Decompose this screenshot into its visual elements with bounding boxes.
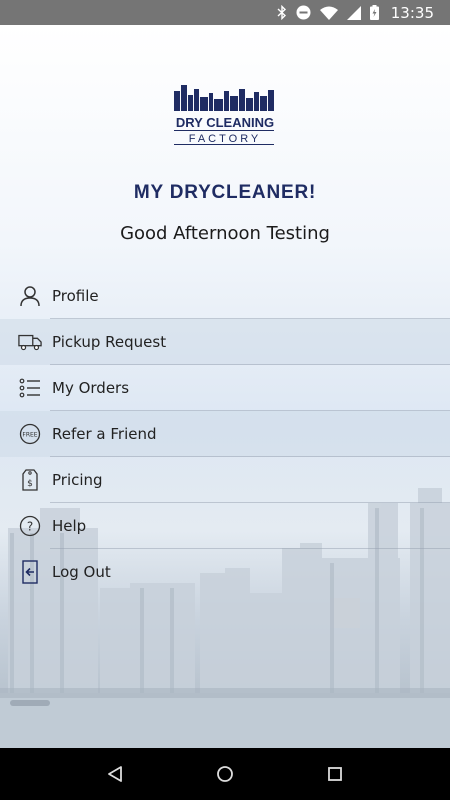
status-bar: 13:35	[0, 0, 450, 25]
main-menu: Profile Pickup Request My Orders FREE Re…	[0, 273, 450, 595]
recents-icon[interactable]	[320, 759, 350, 789]
logo-text-line2: FACTORY	[189, 133, 262, 145]
status-time: 13:35	[390, 3, 434, 22]
app-title: MY DRYCLEANER!	[133, 182, 317, 203]
menu-item-log-out[interactable]: Log Out	[0, 549, 450, 595]
menu-item-pricing[interactable]: $ Pricing	[0, 457, 450, 503]
free-badge-icon: FREE	[18, 422, 42, 446]
dry-cleaning-factory-logo: DRY CLEANING FACTORY	[174, 85, 274, 145]
cellular-signal-icon	[346, 5, 361, 20]
home-icon[interactable]	[210, 759, 240, 789]
svg-text:?: ?	[27, 520, 33, 534]
main-screen: DRY CLEANING FACTORY MY DRYCLEANER! Good…	[0, 25, 450, 748]
back-icon[interactable]	[100, 759, 130, 789]
menu-item-my-orders[interactable]: My Orders	[0, 365, 450, 411]
menu-item-label: Help	[52, 517, 87, 535]
price-tag-icon: $	[18, 468, 42, 492]
list-icon	[18, 376, 42, 400]
menu-item-label: Pricing	[52, 471, 103, 489]
logout-icon	[18, 560, 42, 584]
menu-item-label: Pickup Request	[52, 333, 167, 351]
menu-item-pickup-request[interactable]: Pickup Request	[0, 319, 450, 365]
logo-text-line1: DRY CLEANING	[176, 115, 274, 130]
help-icon: ?	[18, 514, 42, 538]
menu-item-label: My Orders	[52, 379, 130, 397]
menu-item-help[interactable]: ? Help	[0, 503, 450, 549]
menu-item-profile[interactable]: Profile	[0, 273, 450, 319]
menu-item-refer-a-friend[interactable]: FREE Refer a Friend	[0, 411, 450, 457]
wifi-icon	[319, 6, 338, 20]
greeting-text: Good Afternoon Testing	[120, 223, 330, 244]
svg-text:$: $	[27, 479, 33, 489]
menu-item-label: Refer a Friend	[52, 425, 157, 443]
battery-icon	[369, 5, 379, 20]
truck-icon	[18, 330, 42, 354]
svg-text:FREE: FREE	[22, 432, 37, 439]
person-icon	[18, 284, 42, 308]
bluetooth-icon	[277, 5, 287, 20]
navigation-bar	[0, 748, 450, 800]
menu-item-label: Log Out	[52, 563, 111, 581]
do-not-disturb-icon	[296, 5, 311, 20]
menu-item-label: Profile	[52, 287, 99, 305]
